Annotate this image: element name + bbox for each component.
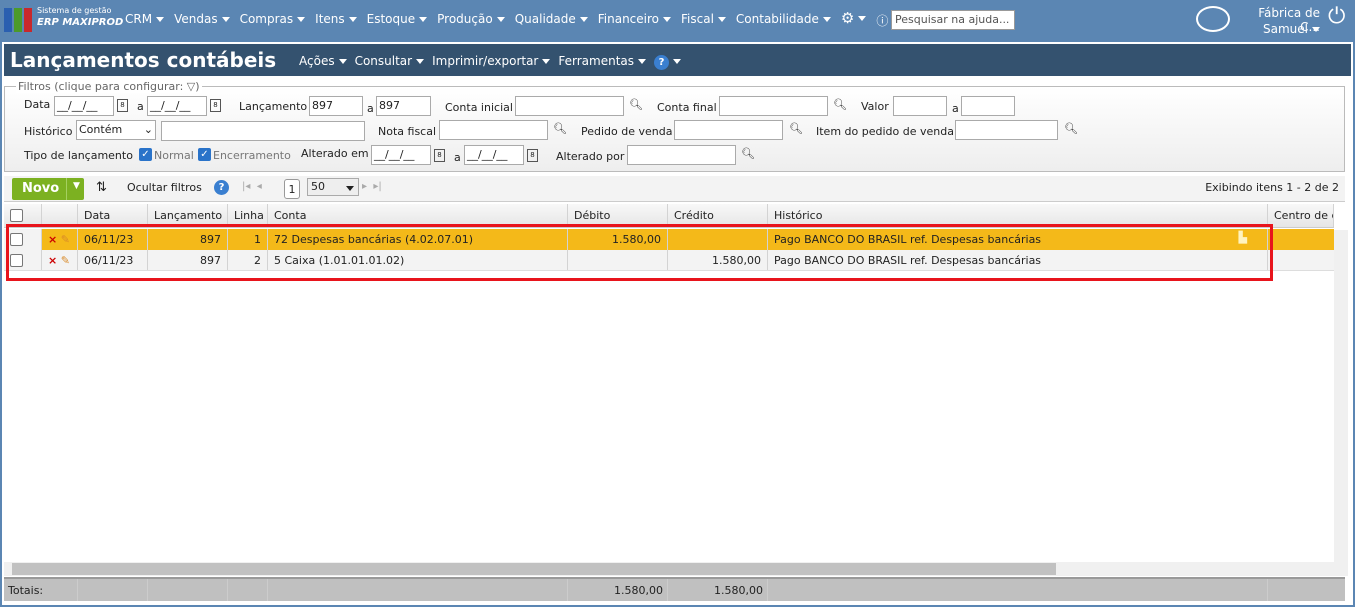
- menu-qualidade[interactable]: Qualidade: [515, 12, 588, 29]
- chat-icon[interactable]: [1196, 6, 1230, 32]
- data-label: Data: [24, 98, 51, 111]
- horizontal-scrollbar[interactable]: [4, 562, 1348, 576]
- normal-label: Normal: [154, 149, 194, 162]
- brand-subtitle: Sistema de gestão: [37, 6, 112, 15]
- refresh-icon[interactable]: ⇅: [96, 180, 107, 195]
- search-icon[interactable]: 🔍︎: [833, 98, 847, 111]
- nota-fiscal-label: Nota fiscal: [378, 125, 437, 138]
- novo-button[interactable]: Novo ▼: [12, 178, 84, 200]
- page-title: Lançamentos contábeis: [10, 48, 277, 72]
- historico-input[interactable]: [161, 121, 365, 141]
- search-icon[interactable]: 🔍︎: [629, 98, 643, 111]
- pedido-input[interactable]: [674, 120, 783, 140]
- encerramento-label: Encerramento: [213, 149, 291, 162]
- showing-items: Exibindo itens 1 - 2 de 2: [1205, 181, 1339, 194]
- power-icon[interactable]: ⏻: [1328, 4, 1345, 29]
- menu-estoque[interactable]: Estoque: [367, 12, 428, 29]
- page-number-input[interactable]: 1: [284, 179, 300, 199]
- menu-imprimir[interactable]: Imprimir/exportar: [432, 54, 551, 70]
- grid-toolbar: Novo ▼ ⇅ Ocultar filtros ? |◂ ◂ 1 50 ▸ ▸|…: [4, 176, 1345, 202]
- data-from-input[interactable]: __/__/__: [54, 96, 114, 116]
- cell-centro: [1268, 250, 1334, 270]
- menu-compras[interactable]: Compras: [240, 12, 306, 29]
- item-pedido-input[interactable]: [955, 120, 1058, 140]
- a-label: a: [367, 102, 374, 115]
- valor-to-input[interactable]: [961, 96, 1015, 116]
- alterado-por-label: Alterado por: [556, 150, 625, 163]
- logo: [4, 8, 32, 32]
- lancamento-from-input[interactable]: 897: [309, 96, 363, 116]
- total-debito: 1.580,00: [568, 579, 668, 601]
- filters-legend[interactable]: Filtros (clique para configurar: ▽): [16, 80, 202, 93]
- menu-contabilidade[interactable]: Contabilidade: [736, 12, 831, 29]
- page-menu: Ações Consultar Imprimir/exportar Ferram…: [299, 54, 689, 70]
- valor-from-input[interactable]: [893, 96, 947, 116]
- conta-final-label: Conta final: [657, 101, 717, 114]
- page-size-select[interactable]: 50: [307, 178, 359, 196]
- ocultar-filtros-button[interactable]: Ocultar filtros: [127, 181, 202, 194]
- tipo-label: Tipo de lançamento: [24, 149, 133, 162]
- help-icon[interactable]: ?: [214, 180, 229, 195]
- user-menu[interactable]: Samuel: [1240, 22, 1320, 36]
- next-page-icon[interactable]: ▸ ▸|: [362, 181, 382, 192]
- menu-fiscal[interactable]: Fiscal: [681, 12, 726, 29]
- select-all-checkbox[interactable]: [10, 209, 23, 222]
- historico-label: Histórico: [24, 125, 73, 138]
- a-label: a: [137, 100, 144, 113]
- totals-label: Totais:: [4, 579, 78, 601]
- calendar-icon[interactable]: 8: [117, 99, 128, 112]
- col-centro[interactable]: Centro de c: [1268, 204, 1334, 227]
- menu-vendas[interactable]: Vendas: [174, 12, 230, 29]
- title-bar: Lançamentos contábeis Ações Consultar Im…: [4, 44, 1351, 76]
- cell-centro: [1268, 229, 1334, 250]
- filter-icon: ▽: [186, 80, 196, 93]
- item-pedido-label: Item do pedido de venda: [816, 125, 954, 138]
- pedido-label: Pedido de venda: [581, 125, 673, 138]
- conta-final-input[interactable]: [719, 96, 828, 116]
- a-label: a: [952, 102, 959, 115]
- encerramento-checkbox[interactable]: ✓: [198, 148, 211, 161]
- total-credito: 1.580,00: [668, 579, 768, 601]
- lancamento-to-input[interactable]: 897: [376, 96, 431, 116]
- menu-itens[interactable]: Itens: [315, 12, 357, 29]
- calendar-icon[interactable]: 8: [434, 149, 445, 162]
- calendar-icon[interactable]: 8: [210, 99, 221, 112]
- top-bar: Sistema de gestão ERP MAXIPROD CRM Venda…: [0, 0, 1355, 40]
- first-page-icon[interactable]: |◂ ◂: [242, 181, 262, 192]
- alterado-to-input[interactable]: __/__/__: [464, 145, 524, 165]
- help-icon[interactable]: ?: [654, 54, 682, 70]
- normal-checkbox[interactable]: ✓: [139, 148, 152, 161]
- search-icon[interactable]: 🔍︎: [553, 122, 567, 135]
- menu-acoes[interactable]: Ações: [299, 54, 347, 70]
- lancamento-label: Lançamento: [239, 100, 308, 113]
- menu-crm[interactable]: CRM: [125, 12, 165, 29]
- brand-name: ERP MAXIPROD: [37, 17, 124, 28]
- highlight-box: [6, 224, 1273, 281]
- search-icon[interactable]: 🔍︎: [789, 122, 803, 135]
- alterado-em-label: Alterado em: [301, 147, 369, 160]
- calendar-icon[interactable]: 8: [527, 149, 538, 162]
- historico-operator-select[interactable]: Contém ⌄: [76, 120, 156, 140]
- vertical-scrollbar[interactable]: [1334, 230, 1348, 562]
- conta-inicial-label: Conta inicial: [445, 101, 513, 114]
- menu-consultar[interactable]: Consultar: [355, 54, 425, 70]
- alterado-from-input[interactable]: __/__/__: [371, 145, 431, 165]
- menu-ferramentas[interactable]: Ferramentas: [558, 54, 647, 70]
- alterado-por-input[interactable]: [627, 145, 736, 165]
- gear-icon[interactable]: ⚙: [841, 9, 867, 29]
- main-menu: CRM Vendas Compras Itens Estoque Produçã…: [125, 9, 910, 29]
- totals-row: Totais: 1.580,00 1.580,00: [4, 577, 1345, 601]
- menu-financeiro[interactable]: Financeiro: [598, 12, 672, 29]
- valor-label: Valor: [861, 100, 889, 113]
- nota-fiscal-input[interactable]: [439, 120, 548, 140]
- help-search-input[interactable]: Pesquisar na ajuda...: [891, 10, 1015, 30]
- search-icon[interactable]: 🔍︎: [1064, 122, 1078, 135]
- data-to-input[interactable]: __/__/__: [147, 96, 207, 116]
- conta-inicial-input[interactable]: [515, 96, 624, 116]
- search-icon[interactable]: 🔍︎: [741, 147, 755, 160]
- a-label: a: [454, 151, 461, 164]
- menu-producao[interactable]: Produção: [437, 12, 505, 29]
